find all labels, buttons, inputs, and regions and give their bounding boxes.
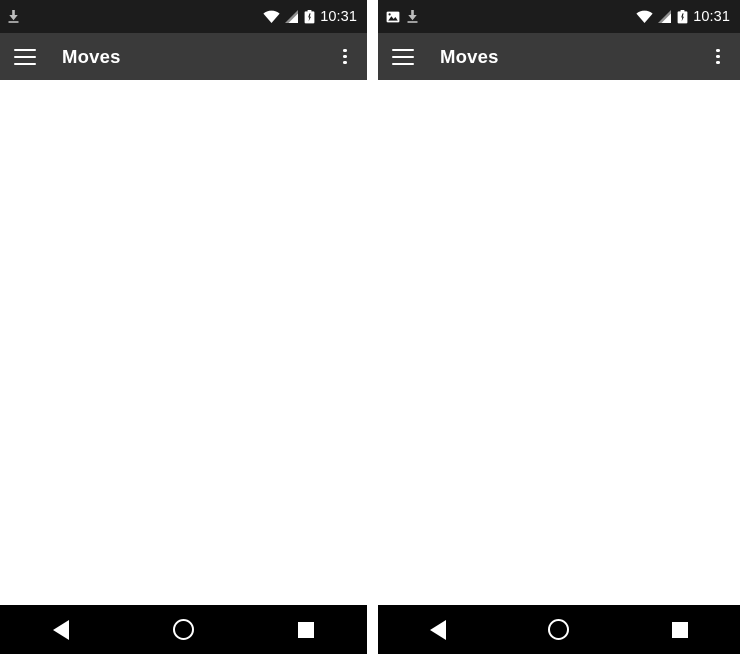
download-icon <box>8 10 19 23</box>
status-bar-right: 10:31 <box>378 0 740 33</box>
panel-gutter <box>367 0 378 654</box>
status-bar-right-icons: 10:31 <box>636 9 730 25</box>
app-bar-left: Moves <box>0 33 367 80</box>
app-bar-right: Moves <box>378 33 740 80</box>
home-circle-icon[interactable] <box>531 610 587 650</box>
status-bar-left-icons <box>386 10 418 23</box>
phone-screen-left: 10:31 Moves Swipe for notifications <box>0 0 367 654</box>
cellular-signal-icon <box>658 10 672 23</box>
wifi-icon <box>263 10 280 23</box>
comparison-screenshot: 10:31 Moves Swipe for notifications <box>0 0 740 654</box>
home-circle-icon[interactable] <box>155 610 211 650</box>
navigation-bar-left <box>0 605 367 654</box>
status-bar-clock: 10:31 <box>320 8 357 25</box>
back-triangle-icon[interactable] <box>410 610 466 650</box>
phone-screen-right: 10:31 Moves back of your phone <box>378 0 740 654</box>
status-bar-clock: 10:31 <box>693 8 730 25</box>
status-bar-left: 10:31 <box>0 0 367 33</box>
page-title: Moves <box>62 45 121 67</box>
battery-icon <box>304 9 315 23</box>
image-icon <box>386 11 400 22</box>
page-title: Moves <box>440 45 499 67</box>
kebab-menu-icon[interactable] <box>708 47 728 67</box>
wifi-icon <box>636 10 653 23</box>
download-icon <box>407 10 418 23</box>
navigation-bar-right <box>378 605 740 654</box>
battery-icon <box>677 9 688 23</box>
kebab-menu-icon[interactable] <box>335 47 355 67</box>
status-bar-right-icons: 10:31 <box>263 9 357 25</box>
status-bar-left-icons <box>8 10 19 23</box>
cellular-signal-icon <box>285 10 299 23</box>
back-triangle-icon[interactable] <box>33 610 89 650</box>
recents-square-icon[interactable] <box>652 610 708 650</box>
hamburger-menu-icon[interactable] <box>392 48 414 65</box>
hamburger-menu-icon[interactable] <box>14 48 36 65</box>
recents-square-icon[interactable] <box>278 610 334 650</box>
